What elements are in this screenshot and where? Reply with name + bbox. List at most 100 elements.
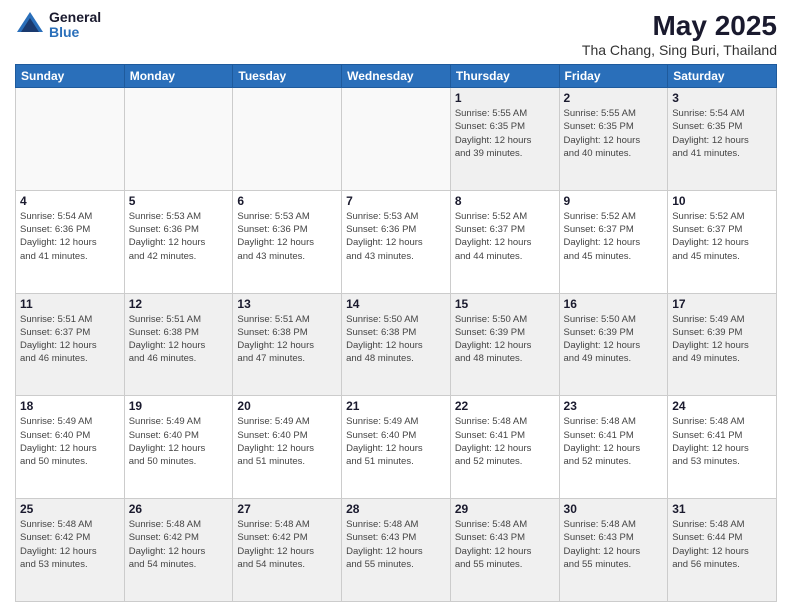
day-number: 7 — [346, 194, 446, 208]
calendar-cell: 31 Sunrise: 5:48 AM Sunset: 6:44 PM Dayli… — [668, 499, 777, 602]
calendar-cell: 28 Sunrise: 5:48 AM Sunset: 6:43 PM Dayli… — [342, 499, 451, 602]
day-info: Sunrise: 5:54 AM Sunset: 6:35 PM Dayligh… — [672, 107, 772, 160]
day-number: 30 — [564, 502, 664, 516]
logo-icon — [15, 10, 45, 40]
day-number: 24 — [672, 399, 772, 413]
day-info: Sunrise: 5:50 AM Sunset: 6:39 PM Dayligh… — [564, 313, 664, 366]
calendar-header-wednesday: Wednesday — [342, 65, 451, 88]
day-number: 8 — [455, 194, 555, 208]
calendar-cell: 22 Sunrise: 5:48 AM Sunset: 6:41 PM Dayli… — [450, 396, 559, 499]
day-number: 10 — [672, 194, 772, 208]
day-info: Sunrise: 5:52 AM Sunset: 6:37 PM Dayligh… — [455, 210, 555, 263]
calendar-header-thursday: Thursday — [450, 65, 559, 88]
day-info: Sunrise: 5:49 AM Sunset: 6:40 PM Dayligh… — [237, 415, 337, 468]
title-block: May 2025 Tha Chang, Sing Buri, Thailand — [582, 10, 777, 58]
day-info: Sunrise: 5:53 AM Sunset: 6:36 PM Dayligh… — [237, 210, 337, 263]
day-info: Sunrise: 5:48 AM Sunset: 6:44 PM Dayligh… — [672, 518, 772, 571]
day-number: 31 — [672, 502, 772, 516]
day-number: 27 — [237, 502, 337, 516]
day-info: Sunrise: 5:48 AM Sunset: 6:43 PM Dayligh… — [455, 518, 555, 571]
calendar-cell: 13Sunrise: 5:51 AM Sunset: 6:38 PM Dayli… — [233, 293, 342, 396]
calendar-header-saturday: Saturday — [668, 65, 777, 88]
calendar-cell: 23Sunrise: 5:48 AM Sunset: 6:41 PM Dayli… — [559, 396, 668, 499]
main-title: May 2025 — [582, 10, 777, 42]
day-number: 9 — [564, 194, 664, 208]
calendar-cell: 8 Sunrise: 5:52 AM Sunset: 6:37 PM Daylig… — [450, 190, 559, 293]
calendar-cell: 12 Sunrise: 5:51 AM Sunset: 6:38 PM Dayli… — [124, 293, 233, 396]
calendar-cell: 2 Sunrise: 5:55 AM Sunset: 6:35 PM Daylig… — [559, 88, 668, 191]
day-info: Sunrise: 5:55 AM Sunset: 6:35 PM Dayligh… — [564, 107, 664, 160]
day-number: 20 — [237, 399, 337, 413]
day-info: Sunrise: 5:49 AM Sunset: 6:40 PM Dayligh… — [20, 415, 120, 468]
day-number: 11 — [20, 297, 120, 311]
day-number: 6 — [237, 194, 337, 208]
day-info: Sunrise: 5:49 AM Sunset: 6:40 PM Dayligh… — [129, 415, 229, 468]
day-number: 12 — [129, 297, 229, 311]
calendar-cell: 14 Sunrise: 5:50 AM Sunset: 6:38 PM Dayli… — [342, 293, 451, 396]
day-number: 2 — [564, 91, 664, 105]
day-number: 19 — [129, 399, 229, 413]
day-info: Sunrise: 5:48 AM Sunset: 6:41 PM Dayligh… — [672, 415, 772, 468]
calendar-cell: 24 Sunrise: 5:48 AM Sunset: 6:41 PM Dayli… — [668, 396, 777, 499]
day-info: Sunrise: 5:48 AM Sunset: 6:42 PM Dayligh… — [20, 518, 120, 571]
day-info: Sunrise: 5:55 AM Sunset: 6:35 PM Dayligh… — [455, 107, 555, 160]
calendar-cell: 1 Sunrise: 5:55 AM Sunset: 6:35 PM Daylig… — [450, 88, 559, 191]
day-number: 14 — [346, 297, 446, 311]
day-number: 25 — [20, 502, 120, 516]
day-number: 1 — [455, 91, 555, 105]
calendar-cell: 16 Sunrise: 5:50 AM Sunset: 6:39 PM Dayli… — [559, 293, 668, 396]
calendar-cell: 18 Sunrise: 5:49 AM Sunset: 6:40 PM Dayli… — [16, 396, 125, 499]
day-info: Sunrise: 5:51 AM Sunset: 6:38 PM Dayligh… — [129, 313, 229, 366]
day-info: Sunrise: 5:49 AM Sunset: 6:40 PM Dayligh… — [346, 415, 446, 468]
day-info: Sunrise: 5:51 AM Sunset: 6:38 PM Dayligh… — [237, 313, 337, 366]
calendar-cell: 10 Sunrise: 5:52 AM Sunset: 6:37 PM Dayli… — [668, 190, 777, 293]
calendar-cell — [342, 88, 451, 191]
day-number: 18 — [20, 399, 120, 413]
day-info: Sunrise: 5:48 AM Sunset: 6:41 PM Dayligh… — [455, 415, 555, 468]
day-number: 3 — [672, 91, 772, 105]
calendar-cell — [233, 88, 342, 191]
calendar-header-monday: Monday — [124, 65, 233, 88]
calendar-cell: 3 Sunrise: 5:54 AM Sunset: 6:35 PM Daylig… — [668, 88, 777, 191]
calendar-week-4: 25 Sunrise: 5:48 AM Sunset: 6:42 PM Dayli… — [16, 499, 777, 602]
logo-text: General Blue — [49, 10, 101, 41]
calendar-cell: 19 Sunrise: 5:49 AM Sunset: 6:40 PM Dayli… — [124, 396, 233, 499]
header: General Blue May 2025 Tha Chang, Sing Bu… — [15, 10, 777, 58]
page: General Blue May 2025 Tha Chang, Sing Bu… — [0, 0, 792, 612]
day-info: Sunrise: 5:52 AM Sunset: 6:37 PM Dayligh… — [672, 210, 772, 263]
calendar-cell — [16, 88, 125, 191]
day-number: 29 — [455, 502, 555, 516]
day-info: Sunrise: 5:51 AM Sunset: 6:37 PM Dayligh… — [20, 313, 120, 366]
logo-blue: Blue — [49, 25, 101, 40]
day-number: 21 — [346, 399, 446, 413]
day-info: Sunrise: 5:53 AM Sunset: 6:36 PM Dayligh… — [346, 210, 446, 263]
day-number: 4 — [20, 194, 120, 208]
calendar-week-3: 18 Sunrise: 5:49 AM Sunset: 6:40 PM Dayli… — [16, 396, 777, 499]
day-info: Sunrise: 5:50 AM Sunset: 6:38 PM Dayligh… — [346, 313, 446, 366]
day-number: 28 — [346, 502, 446, 516]
calendar-header-tuesday: Tuesday — [233, 65, 342, 88]
logo-general: General — [49, 10, 101, 25]
day-info: Sunrise: 5:54 AM Sunset: 6:36 PM Dayligh… — [20, 210, 120, 263]
calendar-cell: 26Sunrise: 5:48 AM Sunset: 6:42 PM Dayli… — [124, 499, 233, 602]
calendar-cell: 17Sunrise: 5:49 AM Sunset: 6:39 PM Dayli… — [668, 293, 777, 396]
calendar-header-friday: Friday — [559, 65, 668, 88]
calendar-cell: 25 Sunrise: 5:48 AM Sunset: 6:42 PM Dayli… — [16, 499, 125, 602]
day-number: 26 — [129, 502, 229, 516]
calendar-cell: 5Sunrise: 5:53 AM Sunset: 6:36 PM Daylig… — [124, 190, 233, 293]
day-info: Sunrise: 5:48 AM Sunset: 6:42 PM Dayligh… — [237, 518, 337, 571]
day-number: 22 — [455, 399, 555, 413]
calendar-cell: 27 Sunrise: 5:48 AM Sunset: 6:42 PM Dayli… — [233, 499, 342, 602]
calendar-week-2: 11 Sunrise: 5:51 AM Sunset: 6:37 PM Dayli… — [16, 293, 777, 396]
calendar-cell: 29 Sunrise: 5:48 AM Sunset: 6:43 PM Dayli… — [450, 499, 559, 602]
day-number: 5 — [129, 194, 229, 208]
day-number: 16 — [564, 297, 664, 311]
calendar-cell: 4 Sunrise: 5:54 AM Sunset: 6:36 PM Daylig… — [16, 190, 125, 293]
day-info: Sunrise: 5:48 AM Sunset: 6:43 PM Dayligh… — [346, 518, 446, 571]
calendar-cell: 21 Sunrise: 5:49 AM Sunset: 6:40 PM Dayli… — [342, 396, 451, 499]
calendar-cell: 9Sunrise: 5:52 AM Sunset: 6:37 PM Daylig… — [559, 190, 668, 293]
day-info: Sunrise: 5:48 AM Sunset: 6:41 PM Dayligh… — [564, 415, 664, 468]
calendar-week-1: 4 Sunrise: 5:54 AM Sunset: 6:36 PM Daylig… — [16, 190, 777, 293]
calendar-cell: 7 Sunrise: 5:53 AM Sunset: 6:36 PM Daylig… — [342, 190, 451, 293]
calendar-cell: 20 Sunrise: 5:49 AM Sunset: 6:40 PM Dayli… — [233, 396, 342, 499]
